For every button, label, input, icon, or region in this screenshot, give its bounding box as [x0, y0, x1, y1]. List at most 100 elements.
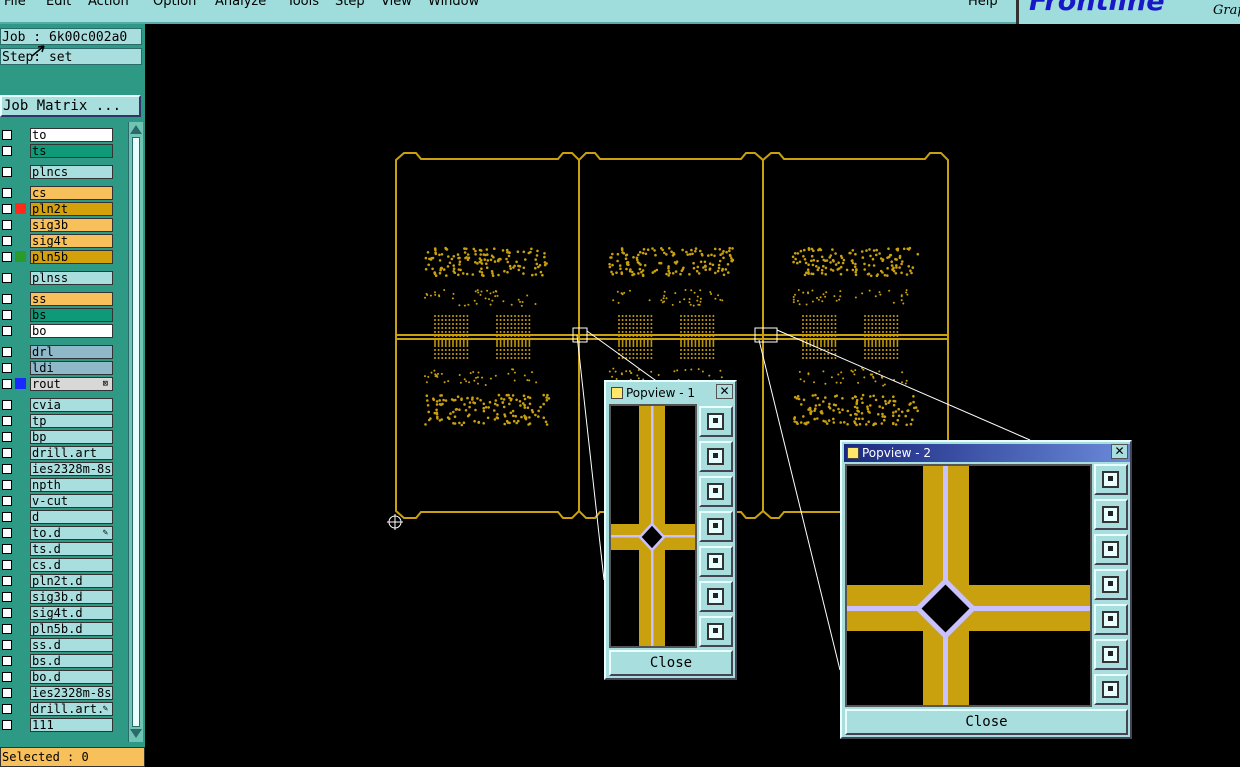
layer-checkbox[interactable] [2, 416, 12, 426]
layer-checkbox[interactable] [2, 496, 12, 506]
layer-checkbox[interactable] [2, 544, 12, 554]
layer-name[interactable]: d [30, 510, 113, 524]
layer-checkbox[interactable] [2, 672, 12, 682]
popview-1-view[interactable] [609, 404, 697, 648]
layer-row-ies2328m-8s-[interactable]: ies2328m-8s: [0, 686, 116, 700]
layer-checkbox[interactable] [2, 379, 12, 389]
layer-name[interactable]: plncs [30, 165, 113, 179]
layer-row-tp[interactable]: tp [0, 414, 116, 428]
popview-1-titlebar[interactable]: Popview - 1 [608, 384, 733, 402]
pan-right-icon[interactable] [699, 546, 733, 577]
scroll-thumb[interactable] [132, 137, 140, 727]
layer-row-pln2t-d[interactable]: pln2t.d [0, 574, 116, 588]
layer-name[interactable]: plnss [30, 271, 113, 285]
layer-name[interactable]: bo [30, 324, 113, 338]
pan-right-icon[interactable] [1094, 604, 1128, 635]
pan-down-icon[interactable] [699, 476, 733, 507]
layer-row-ies2328m-8s-[interactable]: ies2328m-8s: [0, 462, 116, 476]
layer-row-sig4t[interactable]: sig4t [0, 234, 116, 248]
layer-color-swatch[interactable] [15, 251, 26, 262]
layer-checkbox[interactable] [2, 130, 12, 140]
layer-name[interactable]: drill.art [30, 446, 113, 460]
zoom-fit-icon[interactable] [1094, 464, 1128, 495]
pan-down-icon[interactable] [1094, 534, 1128, 565]
layer-name[interactable]: sig4t [30, 234, 113, 248]
layer-checkbox[interactable] [2, 448, 12, 458]
layer-row-ss[interactable]: ss [0, 292, 116, 306]
popview-2-titlebar[interactable]: Popview - 2 [844, 444, 1130, 462]
scroll-down-icon[interactable] [130, 729, 142, 738]
layer-row-to-d[interactable]: to.d ✎ [0, 526, 116, 540]
layer-checkbox[interactable] [2, 704, 12, 714]
layer-name[interactable]: ies2328m-8s: [30, 686, 113, 700]
layer-checkbox[interactable] [2, 326, 12, 336]
pan-left-icon[interactable] [699, 511, 733, 542]
layer-checkbox[interactable] [2, 432, 12, 442]
layer-scrollbar[interactable] [128, 122, 143, 742]
layer-row-bo-d[interactable]: bo.d [0, 670, 116, 684]
layer-name[interactable]: to.d ✎ [30, 526, 113, 540]
layer-name[interactable]: cs.d [30, 558, 113, 572]
layer-row-drill-art[interactable]: drill.art [0, 446, 116, 460]
layer-checkbox[interactable] [2, 640, 12, 650]
layer-name[interactable]: ies2328m-8s: [30, 462, 113, 476]
layer-row-cs-d[interactable]: cs.d [0, 558, 116, 572]
layer-name[interactable]: cvia [30, 398, 113, 412]
layer-row-111[interactable]: 111 [0, 718, 116, 732]
layer-name[interactable]: sig3b.d [30, 590, 113, 604]
layer-checkbox[interactable] [2, 310, 12, 320]
layer-checkbox[interactable] [2, 294, 12, 304]
layer-checkbox[interactable] [2, 608, 12, 618]
layer-checkbox[interactable] [2, 236, 12, 246]
layer-name[interactable]: pln5b [30, 250, 113, 264]
layer-row-pln5b[interactable]: pln5b [0, 250, 116, 264]
layer-name[interactable]: to [30, 128, 113, 142]
layer-name[interactable]: pln2t.d [30, 574, 113, 588]
layer-checkbox[interactable] [2, 560, 12, 570]
layer-row-pln2t[interactable]: pln2t [0, 202, 116, 216]
layer-name[interactable]: bs.d [30, 654, 113, 668]
layer-checkbox[interactable] [2, 167, 12, 177]
zoom-in-icon[interactable] [1094, 639, 1128, 670]
layer-checkbox[interactable] [2, 188, 12, 198]
layer-row-bo[interactable]: bo [0, 324, 116, 338]
layer-row-sig4t-d[interactable]: sig4t.d [0, 606, 116, 620]
layer-checkbox[interactable] [2, 720, 12, 730]
popview-2-close-icon[interactable]: ✕ [1111, 444, 1128, 459]
layer-name[interactable]: npth [30, 478, 113, 492]
layer-name[interactable]: ts.d [30, 542, 113, 556]
layer-checkbox[interactable] [2, 656, 12, 666]
layer-row-rout[interactable]: rout ⊠ [0, 377, 116, 391]
layer-row-d[interactable]: d [0, 510, 116, 524]
job-matrix-button[interactable]: Job Matrix ... [0, 95, 141, 117]
layer-row-ss-d[interactable]: ss.d [0, 638, 116, 652]
layer-checkbox[interactable] [2, 347, 12, 357]
layer-name[interactable]: ts [30, 144, 113, 158]
layer-row-plncs[interactable]: plncs [0, 165, 116, 179]
popview-2-view[interactable] [845, 464, 1092, 707]
layer-name[interactable]: pln5b.d [30, 622, 113, 636]
layer-name[interactable]: ss [30, 292, 113, 306]
layer-checkbox[interactable] [2, 363, 12, 373]
layer-name[interactable]: drill.art. ✎ [30, 702, 113, 716]
zoom-fit-icon[interactable] [699, 406, 733, 437]
scroll-up-icon[interactable] [130, 125, 142, 134]
layer-name[interactable]: sig3b [30, 218, 113, 232]
layer-name[interactable]: tp [30, 414, 113, 428]
zoom-out-icon[interactable] [699, 616, 733, 647]
layer-row-bp[interactable]: bp [0, 430, 116, 444]
layer-checkbox[interactable] [2, 273, 12, 283]
layer-checkbox[interactable] [2, 624, 12, 634]
layer-name[interactable]: drl [30, 345, 113, 359]
layer-row-sig3b[interactable]: sig3b [0, 218, 116, 232]
layer-row-bs[interactable]: bs [0, 308, 116, 322]
layer-checkbox[interactable] [2, 464, 12, 474]
layer-row-v-cut[interactable]: v-cut [0, 494, 116, 508]
layer-name[interactable]: bo.d [30, 670, 113, 684]
pan-up-icon[interactable] [699, 441, 733, 472]
layer-checkbox[interactable] [2, 480, 12, 490]
layer-checkbox[interactable] [2, 252, 12, 262]
popview-1-close-button[interactable]: Close [609, 650, 733, 676]
popview-1-close-icon[interactable]: ✕ [716, 384, 733, 399]
layer-name[interactable]: ldi [30, 361, 113, 375]
